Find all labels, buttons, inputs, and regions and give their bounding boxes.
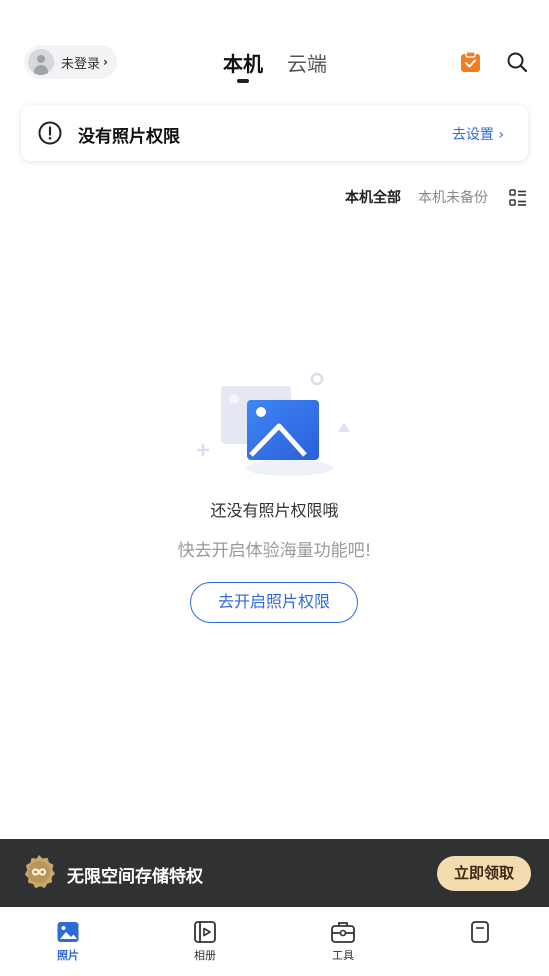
nav-item-photos[interactable]: 照片 <box>38 920 98 963</box>
search-icon[interactable] <box>506 51 528 73</box>
bottom-nav: 照片 相册 工具 <box>0 907 549 976</box>
nav-label-photos: 照片 <box>57 949 79 962</box>
chevron-right-icon: › <box>103 55 108 69</box>
nav-item-more[interactable] <box>450 920 510 947</box>
nav-item-tools[interactable]: 工具 <box>313 920 373 963</box>
permission-banner: 没有照片权限 去设置 › <box>21 105 528 161</box>
promo-text: 无限空间存储特权 <box>67 867 203 887</box>
enable-photo-permission-button[interactable]: 去开启照片权限 <box>190 582 358 623</box>
tab-cloud[interactable]: 云端 <box>287 48 327 77</box>
top-header: 未登录 › 本机 云端 <box>0 40 549 88</box>
login-button[interactable]: 未登录 › <box>24 45 117 79</box>
nav-label-tools: 工具 <box>332 949 354 962</box>
empty-state-subtitle: 快去开启体验海量功能吧! <box>177 541 372 561</box>
tab-local[interactable]: 本机 <box>223 48 263 77</box>
claim-now-button[interactable]: 立即领取 <box>437 856 531 891</box>
active-tab-indicator <box>237 79 249 83</box>
alert-icon <box>38 121 62 145</box>
user-avatar-icon <box>28 49 54 75</box>
list-view-icon[interactable] <box>509 189 527 207</box>
no-photo-illustration <box>197 372 350 476</box>
toolbox-icon <box>331 922 355 943</box>
filter-not-backed-up[interactable]: 本机未备份 <box>418 187 488 207</box>
login-label: 未登录 <box>61 56 101 72</box>
go-settings-link[interactable]: 去设置 › <box>452 124 504 144</box>
photo-icon <box>57 922 79 942</box>
more-icon <box>471 921 489 943</box>
nav-item-albums[interactable]: 相册 <box>175 920 235 963</box>
filter-local-all[interactable]: 本机全部 <box>345 187 401 207</box>
permission-message: 没有照片权限 <box>78 127 180 147</box>
infinity-badge-icon <box>24 855 55 889</box>
nav-label-albums: 相册 <box>194 949 216 962</box>
empty-state-title: 还没有照片权限哦 <box>210 501 339 520</box>
album-icon <box>194 921 216 943</box>
clipboard-icon[interactable] <box>460 51 481 73</box>
promo-banner: 无限空间存储特权 立即领取 <box>0 839 549 907</box>
